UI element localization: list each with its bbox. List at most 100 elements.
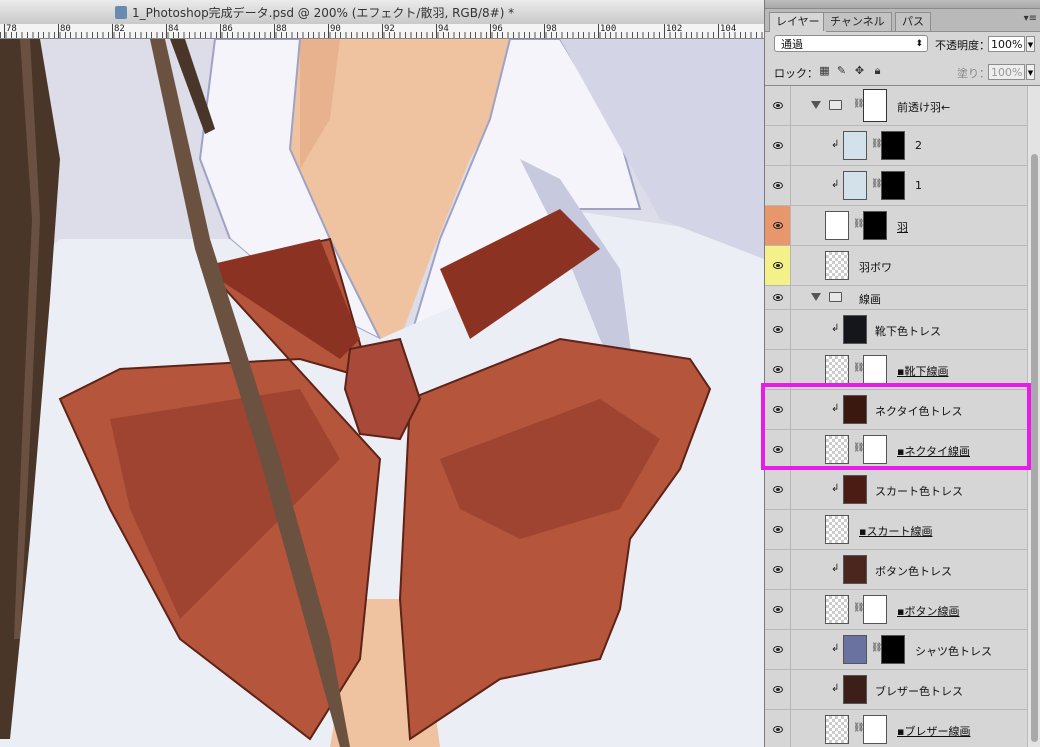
layer-row[interactable]: ⛓ 前透け羽← [765,86,1027,126]
document-window[interactable]: 1_Photoshop完成データ.psd @ 200% (エフェクト/散羽, R… [0,0,764,747]
layer-thumbnail[interactable] [825,211,849,240]
mask-thumbnail[interactable] [881,635,905,664]
layer-row[interactable]: ↲ スカート色トレス [765,470,1027,510]
opacity-dropdown-icon[interactable]: ▼ [1026,36,1035,52]
disclosure-triangle-icon[interactable] [811,101,821,109]
eye-icon [773,221,783,229]
layer-row[interactable]: ↲ ⛓ シャツ色トレス [765,630,1027,670]
visibility-toggle[interactable] [765,670,791,709]
mask-thumbnail[interactable] [881,171,905,200]
visibility-toggle[interactable] [765,430,791,469]
folder-icon [829,292,842,302]
eye-icon [773,101,783,109]
layer-row[interactable]: ↲ 靴下色トレス [765,310,1027,350]
fill-label: 塗り： [957,67,990,80]
visibility-toggle[interactable] [765,630,791,669]
visibility-toggle[interactable] [765,246,791,285]
tab-channels[interactable]: チャンネル [823,12,892,31]
artwork-canvas[interactable] [0,39,764,747]
layer-thumbnail[interactable] [843,395,867,424]
layer-thumbnail[interactable] [843,635,867,664]
layer-row[interactable]: ↲ ボタン色トレス [765,550,1027,590]
layer-thumbnail[interactable] [825,355,849,384]
layer-thumbnail[interactable] [825,715,849,744]
ruler-label: 98 [546,24,557,34]
layer-row[interactable]: ⛓ ▪ボタン線画 [765,590,1027,630]
lock-row: ロック： ▦ ✎ ✥ 🔒︎ 塗り： 100% ▼ [765,59,1040,86]
lock-brush-icon[interactable]: ✎ [836,65,847,76]
opacity-input[interactable]: 100% [988,36,1025,52]
ruler-label: 94 [438,24,449,34]
lock-transparency-icon[interactable]: ▦ [819,65,830,76]
eye-icon [773,605,783,613]
ruler-major-tick [382,24,383,38]
layer-thumbnail[interactable] [843,475,867,504]
layer-thumbnail[interactable] [843,555,867,584]
layer-row[interactable]: ⛓ ▪ネクタイ線画 [765,430,1027,470]
visibility-toggle[interactable] [765,550,791,589]
layer-list[interactable]: ⛓ 前透け羽← ↲ ⛓ 2 ↲ ⛓ 1 ⛓ 羽 羽ボワ 線画 ↲ 靴下色トレス … [765,86,1027,747]
document-titlebar[interactable]: 1_Photoshop完成データ.psd @ 200% (エフェクト/散羽, R… [0,0,764,25]
lock-all-icon[interactable]: 🔒︎ [872,65,883,76]
visibility-toggle[interactable] [765,206,791,245]
layer-thumbnail[interactable] [825,435,849,464]
visibility-toggle[interactable] [765,590,791,629]
mask-thumbnail[interactable] [863,355,887,384]
fill-dropdown-icon[interactable]: ▼ [1026,64,1035,80]
visibility-toggle[interactable] [765,286,791,309]
mask-thumbnail[interactable] [881,131,905,160]
layer-row[interactable]: ▪スカート線画 [765,510,1027,550]
panel-titlebar[interactable] [765,0,1040,9]
layer-row[interactable]: ⛓ ▪ブレザー線画 [765,710,1027,747]
layer-row[interactable]: ↲ ブレザー色トレス [765,670,1027,710]
group-mask-thumbnail[interactable] [863,89,887,122]
layer-thumbnail[interactable] [843,171,867,200]
visibility-toggle[interactable] [765,510,791,549]
visibility-toggle[interactable] [765,710,791,747]
layer-row[interactable]: 羽ボワ [765,246,1027,286]
layer-thumbnail[interactable] [843,131,867,160]
ruler-label: 102 [666,24,683,34]
tab-layers[interactable]: レイヤー [769,12,827,32]
layer-row[interactable]: ⛓ ▪靴下線画 [765,350,1027,390]
mask-thumbnail[interactable] [863,715,887,744]
visibility-toggle[interactable] [765,350,791,389]
mask-thumbnail[interactable] [863,435,887,464]
layer-thumbnail[interactable] [825,251,849,280]
panel-menu-icon[interactable]: ▾≡ [1024,13,1037,24]
layer-group-row[interactable]: 線画 [765,286,1027,310]
visibility-toggle[interactable] [765,166,791,205]
ruler-major-tick [328,24,329,38]
blend-mode-select[interactable]: 通過 ⬍ [774,35,928,52]
visibility-toggle[interactable] [765,310,791,349]
layer-thumbnail[interactable] [825,515,849,544]
layers-panel[interactable]: レイヤー チャンネル パス ▾≡ 通過 ⬍ 不透明度： 100% ▼ ロック： … [764,0,1040,747]
ruler-major-tick [274,24,275,38]
layer-row[interactable]: ⛓ 羽 [765,206,1027,246]
layers-scrollbar[interactable] [1027,86,1040,747]
layer-thumbnail[interactable] [843,315,867,344]
ruler-major-tick [58,24,59,38]
layer-thumbnail[interactable] [825,595,849,624]
visibility-toggle[interactable] [765,126,791,165]
ruler-major-tick [220,24,221,38]
tab-paths[interactable]: パス [895,12,931,31]
visibility-toggle[interactable] [765,86,791,125]
panel-tabs: レイヤー チャンネル パス ▾≡ [765,9,1040,32]
layer-row[interactable]: ↲ ネクタイ色トレス [765,390,1027,430]
layer-thumbnail[interactable] [843,675,867,704]
scrollbar-thumb[interactable] [1031,154,1038,742]
mask-thumbnail[interactable] [863,595,887,624]
visibility-toggle[interactable] [765,470,791,509]
lock-move-icon[interactable]: ✥ [854,65,865,76]
ruler-major-tick [166,24,167,38]
horizontal-ruler[interactable]: 78 80 82 84 86 88 90 92 94 96 98 100 102… [0,24,764,39]
mask-thumbnail[interactable] [863,211,887,240]
eye-icon [773,565,783,573]
fill-input[interactable]: 100% [988,64,1025,80]
layer-row[interactable]: ↲ ⛓ 1 [765,166,1027,206]
ruler-major-tick [544,24,545,38]
layer-row[interactable]: ↲ ⛓ 2 [765,126,1027,166]
visibility-toggle[interactable] [765,390,791,429]
disclosure-triangle-icon[interactable] [811,293,821,301]
